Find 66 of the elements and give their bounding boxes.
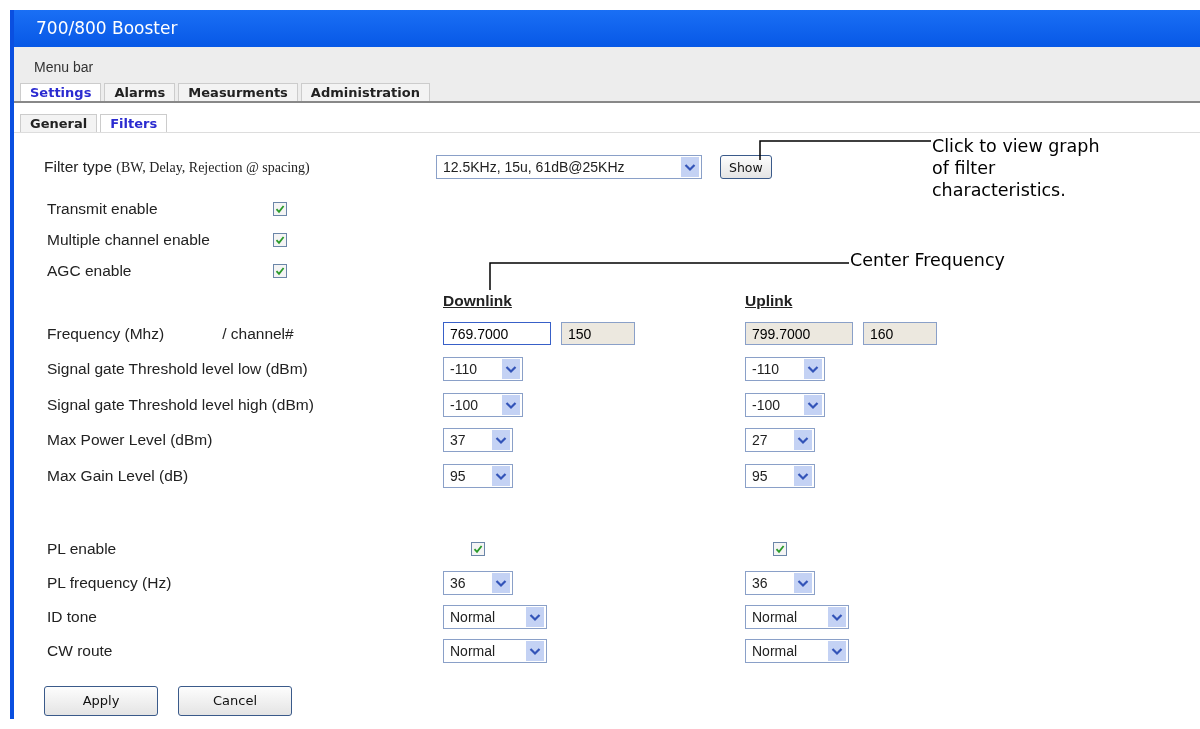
annotation: Center Frequency xyxy=(850,250,1005,270)
caret-icon xyxy=(492,430,510,451)
caret-icon xyxy=(492,465,510,486)
action-button[interactable]: Cancel xyxy=(178,685,292,716)
column-heading: Uplink xyxy=(745,292,793,310)
field-label: Filter type (BW, Delay, Rejection @ spacing) xyxy=(44,158,311,176)
column-heading: Downlink xyxy=(443,292,512,310)
caret-icon xyxy=(804,394,822,415)
annotation: Click to view graph of filter characteristics. xyxy=(932,135,1101,201)
dropdown[interactable]: 37 xyxy=(443,428,513,453)
caret-icon xyxy=(681,157,699,177)
tab[interactable]: Alarms xyxy=(104,83,176,101)
field-label: ID tone xyxy=(47,607,98,626)
caret-icon xyxy=(502,359,520,380)
channel-field[interactable]: 150 xyxy=(561,322,635,346)
caret-icon xyxy=(794,465,812,486)
tab[interactable]: Filters xyxy=(100,114,168,132)
field-label: Frequency (Mhz) xyxy=(47,324,165,343)
dropdown[interactable]: 36 xyxy=(745,570,815,595)
field-label: / channel# xyxy=(222,324,294,343)
dropdown[interactable]: Normal xyxy=(745,638,849,663)
dropdown[interactable]: -110 xyxy=(443,357,523,382)
dropdown[interactable]: -110 xyxy=(745,357,825,382)
field-label: Signal gate Threshold level low (dBm) xyxy=(47,360,309,379)
checkbox-label: AGC enable xyxy=(47,261,133,280)
caret-icon xyxy=(828,606,846,627)
tab[interactable]: General xyxy=(20,114,98,132)
dropdown[interactable]: 27 xyxy=(745,428,815,453)
tab[interactable]: Settings xyxy=(20,83,102,101)
caret-icon xyxy=(804,359,822,380)
caret-icon xyxy=(794,572,812,593)
dropdown[interactable]: -100 xyxy=(443,392,523,417)
dropdown[interactable]: Normal xyxy=(745,604,849,629)
checkbox[interactable] xyxy=(471,541,485,556)
window-title: 700/800 Booster xyxy=(14,10,1200,47)
caret-icon xyxy=(828,640,846,661)
checkbox[interactable] xyxy=(273,232,287,247)
field-label: PL enable xyxy=(47,539,118,558)
dropdown[interactable]: -100 xyxy=(745,392,825,417)
field-label: PL frequency (Hz) xyxy=(47,573,173,592)
field-label: Signal gate Threshold level high (dBm) xyxy=(47,395,315,414)
dropdown[interactable]: 36 xyxy=(443,570,513,595)
caret-icon xyxy=(502,394,520,415)
dropdown[interactable]: Normal xyxy=(443,638,547,663)
checkbox-label: Multiple channel enable xyxy=(47,230,211,249)
dropdown[interactable]: 95 xyxy=(443,463,513,488)
tab[interactable]: Administration xyxy=(300,83,430,101)
caret-icon xyxy=(526,640,544,661)
dropdown[interactable]: 95 xyxy=(745,463,815,488)
tab[interactable]: Measurments xyxy=(178,83,298,101)
dropdown[interactable]: Normal xyxy=(443,604,547,629)
checkbox[interactable] xyxy=(773,541,787,556)
field-label: CW route xyxy=(47,641,114,660)
menu-bar-label: Menu bar xyxy=(34,59,94,75)
action-button[interactable]: Apply xyxy=(44,685,158,716)
caret-icon xyxy=(492,572,510,593)
checkbox[interactable] xyxy=(273,201,287,216)
caret-icon xyxy=(526,606,544,627)
field-label: Max Gain Level (dB) xyxy=(47,466,190,485)
field-label: Max Power Level (dBm) xyxy=(47,431,214,450)
checkbox[interactable] xyxy=(273,263,287,278)
frequency-field[interactable]: 769.7000 xyxy=(443,322,551,346)
show-button[interactable]: Show xyxy=(720,155,772,179)
dropdown[interactable]: 12.5KHz, 15u, 61dB@25KHz xyxy=(436,155,702,179)
caret-icon xyxy=(794,430,812,451)
checkbox-label: Transmit enable xyxy=(47,199,159,218)
